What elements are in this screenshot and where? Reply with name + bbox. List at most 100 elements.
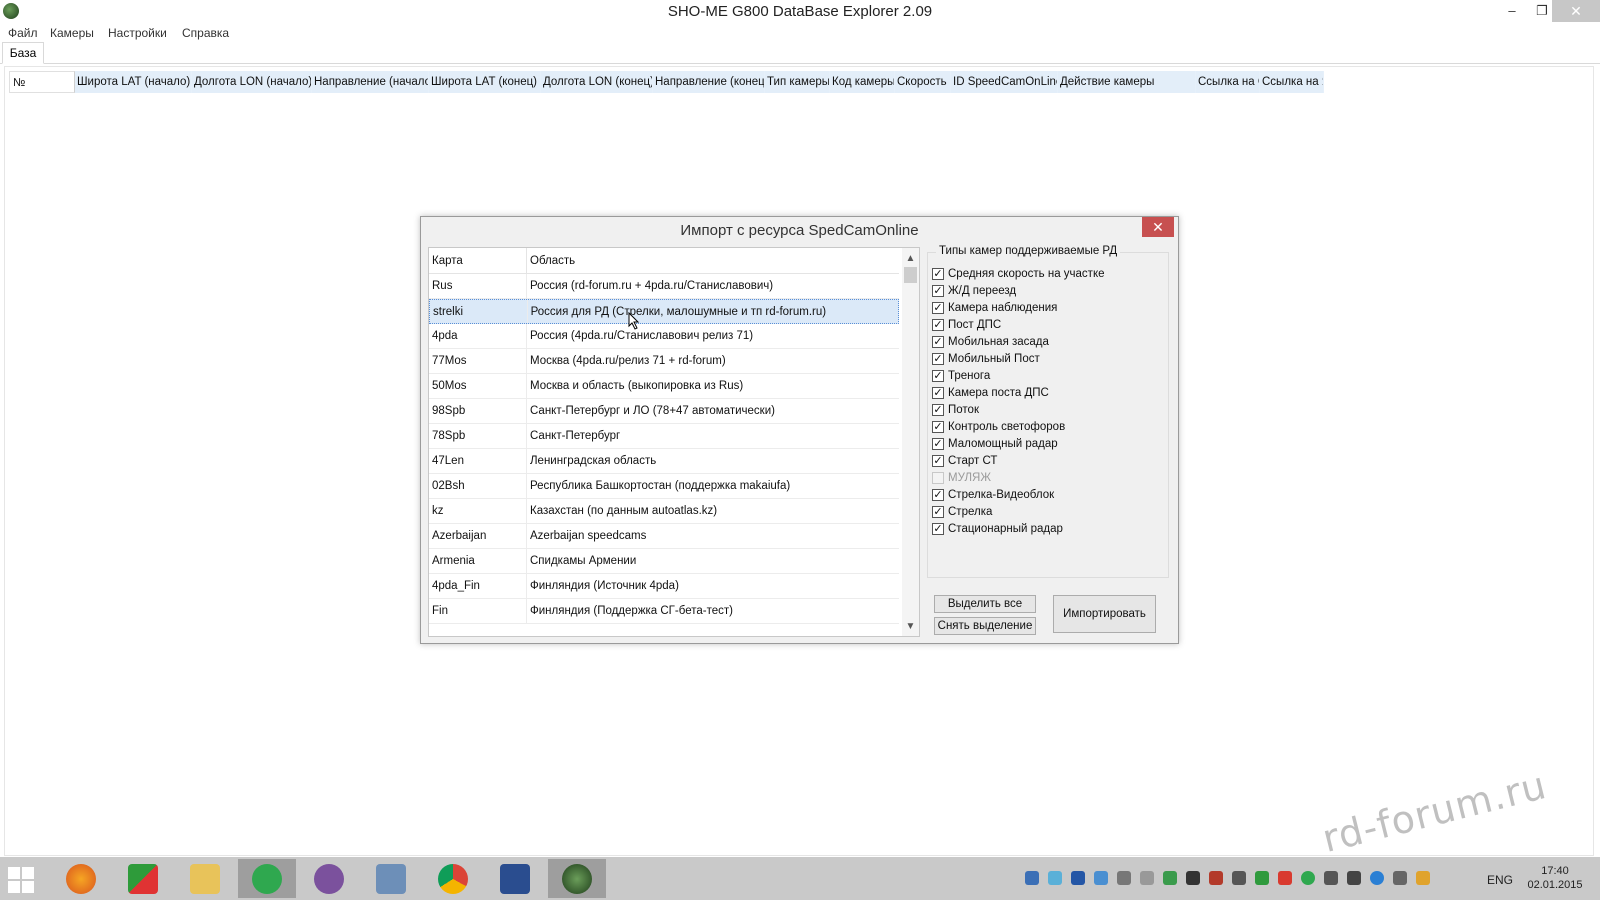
list-item[interactable]: 77Mos Москва (4pda.ru/релиз 71 + rd-forum… <box>429 349 899 374</box>
tab-database[interactable]: База <box>2 42 44 64</box>
camera-type-item[interactable]: ✓ Контроль светофоров <box>932 418 1105 435</box>
checkbox[interactable]: ✓ <box>932 318 944 331</box>
camera-type-item[interactable]: ✓ Мобильный Пост <box>932 350 1105 367</box>
grid-col-lat-start[interactable]: Широта LAT (начало) <box>75 71 192 93</box>
taskbar-firefox[interactable] <box>52 859 110 898</box>
grid-col-link-g[interactable]: Ссылка на G <box>1196 71 1260 93</box>
camera-type-item[interactable]: ✓ Пост ДПС <box>932 316 1105 333</box>
list-item[interactable]: 47Len Ленинградская область <box>429 449 899 474</box>
mail-agent-tray-icon[interactable] <box>1301 871 1315 885</box>
flag-icon[interactable] <box>1324 871 1338 885</box>
checkbox[interactable]: ✓ <box>932 403 944 416</box>
checkbox[interactable]: ✓ <box>932 369 944 382</box>
list-item[interactable]: Azerbaijan Azerbaijan speedcams <box>429 524 899 549</box>
taskbar-floppy[interactable] <box>486 859 544 898</box>
menu-file[interactable]: Файл <box>8 26 38 40</box>
checkbox[interactable]: ✓ <box>932 488 944 501</box>
tray-app-icon[interactable] <box>1025 871 1039 885</box>
camera-type-item[interactable]: ✓ Старт СТ <box>932 452 1105 469</box>
scroll-up-arrow-icon[interactable]: ▲ <box>902 250 919 267</box>
list-item[interactable]: Rus Россия (rd-forum.ru + 4pda.ru/Станисл… <box>429 274 899 299</box>
camera-type-item[interactable]: ✓ Маломощный радар <box>932 435 1105 452</box>
dialog-close-button[interactable]: ✕ <box>1142 217 1174 237</box>
tray-app5-icon[interactable] <box>1278 871 1292 885</box>
camera-type-item[interactable]: ✓ Камера наблюдения <box>932 299 1105 316</box>
grid-col-lon-start[interactable]: Долгота LON (начало) <box>192 71 312 93</box>
checkbox[interactable]: ✓ <box>932 352 944 365</box>
language-indicator[interactable]: ENG <box>1487 873 1513 887</box>
list-item[interactable]: 4pda Россия (4pda.ru/Станиславович релиз … <box>429 324 899 349</box>
grid-col-link-y[interactable]: Ссылка на Я <box>1260 71 1324 93</box>
tray-monitor-icon[interactable] <box>1186 871 1200 885</box>
tray-app3-icon[interactable] <box>1232 871 1246 885</box>
list-scrollbar[interactable]: ▲ ▼ <box>902 248 919 636</box>
checkbox[interactable]: ✓ <box>932 301 944 314</box>
list-item[interactable]: 02Bsh Республика Башкортостан (поддержка … <box>429 474 899 499</box>
list-item[interactable]: 78Spb Санкт-Петербург <box>429 424 899 449</box>
tray-app6-icon[interactable] <box>1370 871 1384 885</box>
camera-type-item[interactable]: ✓ Стрелка <box>932 503 1105 520</box>
tray-app2-icon[interactable] <box>1209 871 1223 885</box>
taskbar-viber[interactable] <box>300 859 358 898</box>
menu-cameras[interactable]: Камеры <box>50 26 94 40</box>
grid-col-camera-type[interactable]: Тип камеры <box>765 71 830 93</box>
camera-type-item[interactable]: ✓ Мобильная засада <box>932 333 1105 350</box>
taskbar-media[interactable] <box>114 859 172 898</box>
checkbox[interactable]: ✓ <box>932 505 944 518</box>
checkbox[interactable]: ✓ <box>932 437 944 450</box>
grid-col-lat-end[interactable]: Широта LAT (конец) <box>429 71 541 93</box>
taskbar-keyboard[interactable] <box>362 859 420 898</box>
menu-settings[interactable]: Настройки <box>108 26 167 40</box>
checkbox[interactable]: ✓ <box>932 386 944 399</box>
clear-selection-button[interactable]: Снять выделение <box>934 617 1036 635</box>
import-button[interactable]: Импортировать <box>1053 595 1156 633</box>
cloud-icon[interactable] <box>1140 871 1154 885</box>
clock[interactable]: 17:40 02.01.2015 <box>1525 864 1585 892</box>
shield-icon[interactable] <box>1163 871 1177 885</box>
checkbox[interactable]: ✓ <box>932 335 944 348</box>
camera-type-item[interactable]: ✓ Тренога <box>932 367 1105 384</box>
select-all-button[interactable]: Выделить все <box>934 595 1036 613</box>
snowflake-icon[interactable] <box>1094 871 1108 885</box>
volume-icon[interactable] <box>1393 871 1407 885</box>
camera-type-item[interactable]: ✓ Средняя скорость на участке <box>932 265 1105 282</box>
start-button[interactable] <box>8 867 34 893</box>
list-item[interactable]: 98Spb Санкт-Петербург и ЛО (78+47 автомат… <box>429 399 899 424</box>
list-item[interactable]: Fin Финляндия (Поддержка СГ-бета-тест) <box>429 599 899 624</box>
map-list[interactable]: Карта Область Rus Россия (rd-forum.ru + 4… <box>428 247 920 637</box>
list-item[interactable]: kz Казахстан (по данным autoatlas.kz) <box>429 499 899 524</box>
tray-network-icon[interactable] <box>1048 871 1062 885</box>
checkbox[interactable]: ✓ <box>932 267 944 280</box>
close-button[interactable]: ✕ <box>1552 0 1600 22</box>
scroll-down-arrow-icon[interactable]: ▼ <box>902 618 919 635</box>
list-item[interactable]: 4pda_Fin Финляндия (Источник 4pda) <box>429 574 899 599</box>
taskbar-explorer[interactable] <box>176 859 234 898</box>
scroll-thumb[interactable] <box>904 267 917 283</box>
tray-app7-icon[interactable] <box>1416 871 1430 885</box>
grid-col-speed[interactable]: Скорость <box>895 71 951 93</box>
list-item[interactable]: Armenia Спидкамы Армении <box>429 549 899 574</box>
battery-icon[interactable] <box>1347 871 1361 885</box>
menu-help[interactable]: Справка <box>182 26 229 40</box>
list-item[interactable]: 50Mos Москва и область (выкопировка из Ru… <box>429 374 899 399</box>
checkbox[interactable]: ✓ <box>932 522 944 535</box>
grid-col-speedcam-id[interactable]: ID SpeedCamOnLine <box>951 71 1058 93</box>
list-header-area[interactable]: Область <box>527 248 899 273</box>
camera-type-item[interactable]: ✓ Камера поста ДПС <box>932 384 1105 401</box>
grid-col-camera-action[interactable]: Действие камеры <box>1058 71 1196 93</box>
grid-col-camera-code[interactable]: Код камеры <box>830 71 895 93</box>
camera-type-item[interactable]: ✓ Стационарный радар <box>932 520 1105 537</box>
grid-col-direction-start[interactable]: Направление (начало) <box>312 71 429 93</box>
tray-app4-icon[interactable] <box>1255 871 1269 885</box>
bluetooth-icon[interactable] <box>1071 871 1085 885</box>
taskbar-sho-me[interactable] <box>548 859 606 898</box>
grid-col-lon-end[interactable]: Долгота LON (конец) <box>541 71 653 93</box>
checkbox[interactable]: ✓ <box>932 284 944 297</box>
camera-type-item[interactable]: ✓ Ж/Д переезд <box>932 282 1105 299</box>
grid-col-direction-end[interactable]: Направление (конец) <box>653 71 765 93</box>
list-header-map[interactable]: Карта <box>429 248 527 273</box>
taskbar-mail-agent[interactable] <box>238 859 296 898</box>
camera-type-item[interactable]: ✓ Поток <box>932 401 1105 418</box>
camera-type-item[interactable]: ✓ Стрелка-Видеоблок <box>932 486 1105 503</box>
list-item[interactable]: strelki Россия для РД (Стрелки, малошумны… <box>429 299 899 324</box>
